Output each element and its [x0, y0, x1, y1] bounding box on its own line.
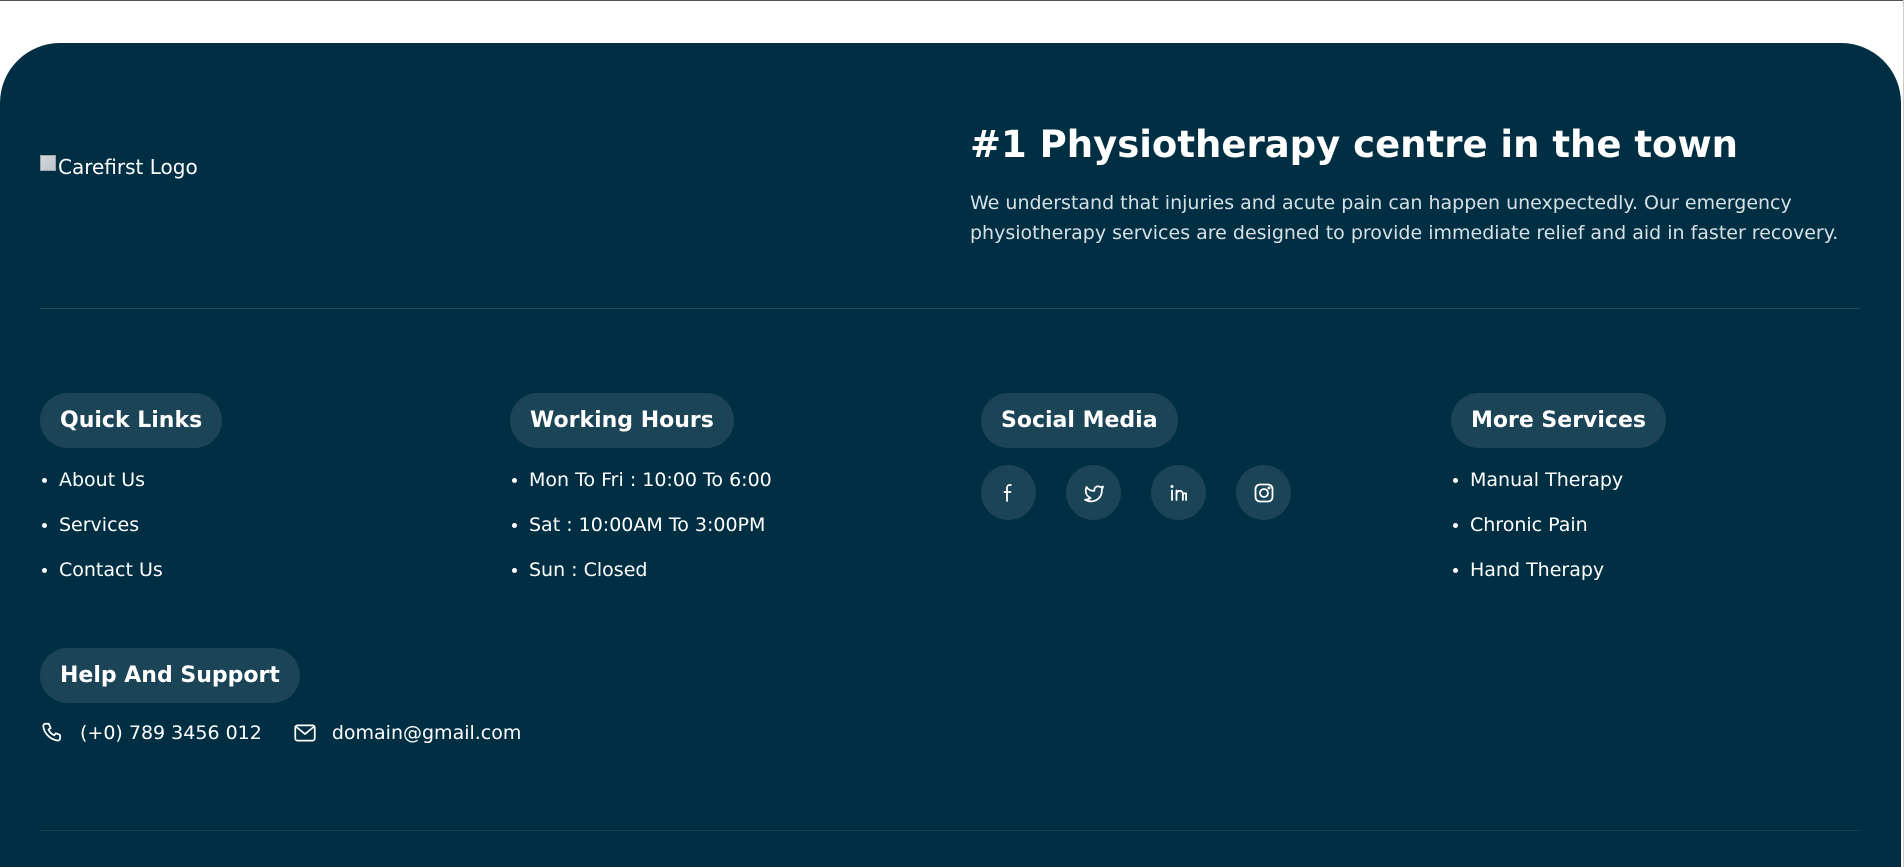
phone-contact[interactable]: (+0) 789 3456 012 [40, 720, 262, 746]
working-hours-sunday: Sun : Closed [511, 548, 772, 593]
more-services-list: Manual Therapy Chronic Pain Hand Therapy [1452, 458, 1623, 593]
quick-link-services[interactable]: Services [41, 503, 163, 548]
twitter-icon [1083, 484, 1104, 502]
phone-icon [42, 722, 61, 742]
email-contact[interactable]: domain@gmail.com [292, 720, 522, 746]
linkedin-button[interactable] [1151, 465, 1206, 520]
hero-title: #1 Physiotherapy centre in the town [970, 123, 1738, 166]
carefirst-logo[interactable]: Carefirst Logo [40, 155, 198, 179]
instagram-icon [1254, 483, 1273, 502]
site-footer: Carefirst Logo #1 Physiotherapy centre i… [0, 43, 1901, 867]
service-hand-therapy[interactable]: Hand Therapy [1452, 548, 1623, 593]
social-icons [981, 465, 1291, 520]
email-address: domain@gmail.com [331, 722, 522, 744]
page-top-border [0, 0, 1904, 1]
working-hours-weekdays: Mon To Fri : 10:00 To 6:00 [511, 458, 772, 503]
instagram-button[interactable] [1236, 465, 1291, 520]
broken-image-icon [40, 155, 56, 171]
help-support-heading: Help And Support [40, 648, 300, 703]
quick-links-list: About Us Services Contact Us [41, 458, 163, 593]
mail-icon [294, 724, 316, 742]
quick-link-about-us[interactable]: About Us [41, 458, 163, 503]
hero-description: We understand that injuries and acute pa… [970, 192, 1839, 244]
linkedin-icon [1170, 484, 1187, 501]
social-media-heading: Social Media [981, 393, 1178, 448]
twitter-button[interactable] [1066, 465, 1121, 520]
service-manual-therapy[interactable]: Manual Therapy [1452, 458, 1623, 503]
section-divider [40, 308, 1860, 309]
facebook-button[interactable] [981, 465, 1036, 520]
logo-alt-text: Carefirst Logo [58, 155, 198, 179]
facebook-icon [1003, 483, 1012, 502]
service-chronic-pain[interactable]: Chronic Pain [1452, 503, 1623, 548]
bottom-divider [40, 830, 1860, 831]
working-hours-heading: Working Hours [510, 393, 734, 448]
working-hours-list: Mon To Fri : 10:00 To 6:00 Sat : 10:00AM… [511, 458, 772, 593]
working-hours-saturday: Sat : 10:00AM To 3:00PM [511, 503, 772, 548]
more-services-heading: More Services [1451, 393, 1666, 448]
contact-row: (+0) 789 3456 012 domain@gmail.com [40, 720, 521, 746]
quick-link-contact-us[interactable]: Contact Us [41, 548, 163, 593]
quick-links-heading: Quick Links [40, 393, 223, 448]
phone-number: (+0) 789 3456 012 [80, 722, 262, 744]
